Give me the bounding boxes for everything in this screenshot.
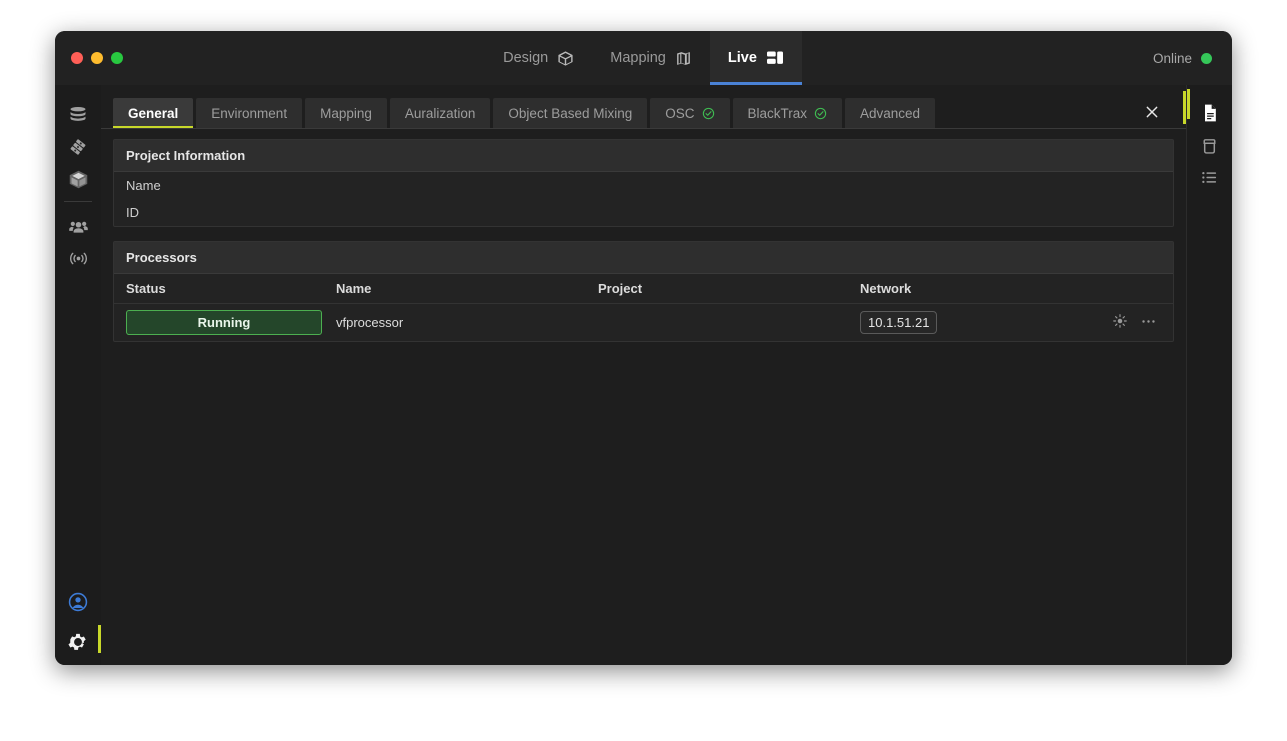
left-sidebar-bottom — [55, 586, 101, 665]
cell-project — [586, 304, 848, 342]
sidebar-divider — [64, 201, 92, 202]
online-status: Online — [1153, 31, 1212, 85]
cell-name: vfprocessor — [324, 304, 586, 342]
cell-actions — [1093, 304, 1173, 342]
identify-icon[interactable] — [1112, 313, 1128, 332]
more-options-icon[interactable] — [1140, 313, 1157, 333]
project-name-label: Name — [126, 178, 326, 193]
cell-network: 10.1.51.21 — [848, 304, 1093, 342]
traffic-lights — [55, 52, 123, 64]
speaker-array-icon[interactable] — [59, 131, 97, 163]
network-address-chip[interactable]: 10.1.51.21 — [860, 311, 937, 334]
project-id-row: ID — [114, 199, 1173, 226]
project-information-panel: Project Information Name ID — [113, 139, 1174, 227]
top-navigation: Design Mapping Live — [55, 31, 1232, 85]
gear-icon[interactable] — [59, 626, 97, 658]
check-circle-icon — [702, 107, 715, 120]
close-settings-button[interactable] — [1140, 100, 1164, 124]
table-row[interactable]: Running vfprocessor 10.1.51.21 — [114, 304, 1173, 342]
tab-label-osc: OSC — [665, 106, 694, 121]
online-status-label: Online — [1153, 51, 1192, 66]
document-icon[interactable] — [1191, 97, 1229, 129]
server-icon[interactable] — [59, 99, 97, 131]
tab-advanced[interactable]: Advanced — [845, 98, 935, 128]
map-icon — [675, 50, 692, 67]
settings-panels: Project Information Name ID Pr — [101, 129, 1186, 665]
tab-auralization[interactable]: Auralization — [390, 98, 491, 128]
topnav-label-live: Live — [728, 50, 757, 66]
topnav-item-design[interactable]: Design — [485, 31, 592, 85]
right-sidebar — [1186, 85, 1232, 665]
topnav-label-design: Design — [503, 50, 548, 66]
title-bar: Design Mapping Live — [55, 31, 1232, 85]
left-sidebar — [55, 85, 101, 665]
account-icon[interactable] — [59, 586, 97, 618]
row-action-buttons — [1105, 313, 1173, 333]
column-header-network: Network — [848, 274, 1093, 304]
tab-label-blacktrax: BlackTrax — [748, 106, 808, 121]
project-id-label: ID — [126, 205, 326, 220]
cube-icon — [557, 50, 574, 67]
close-window-button[interactable] — [71, 52, 83, 64]
app-window: Design Mapping Live — [55, 31, 1232, 665]
tab-general[interactable]: General — [113, 98, 193, 128]
processors-table-head: Status Name Project Network — [114, 274, 1173, 304]
tab-label-advanced: Advanced — [860, 106, 920, 121]
minimize-window-button[interactable] — [91, 52, 103, 64]
tab-label-mapping: Mapping — [320, 106, 372, 121]
tab-label-general: General — [128, 106, 178, 121]
tab-osc[interactable]: OSC — [650, 98, 729, 128]
tab-blacktrax[interactable]: BlackTrax — [733, 98, 843, 128]
processors-table-body: Running vfprocessor 10.1.51.21 — [114, 304, 1173, 342]
tab-mapping[interactable]: Mapping — [305, 98, 387, 128]
tab-label-object-based-mixing: Object Based Mixing — [508, 106, 632, 121]
archive-box-icon[interactable] — [1191, 129, 1229, 161]
tab-label-auralization: Auralization — [405, 106, 476, 121]
table-header-row: Status Name Project Network — [114, 274, 1173, 304]
tab-environment[interactable]: Environment — [196, 98, 302, 128]
status-badge: Running — [126, 310, 322, 335]
tab-object-based-mixing[interactable]: Object Based Mixing — [493, 98, 647, 128]
project-information-body: Name ID — [114, 172, 1173, 226]
processors-table: Status Name Project Network — [114, 274, 1173, 341]
main-content: General Environment Mapping Auralization… — [101, 85, 1186, 665]
column-header-actions — [1093, 274, 1173, 304]
project-information-title: Project Information — [114, 140, 1173, 172]
column-header-project: Project — [586, 274, 848, 304]
project-name-row: Name — [114, 172, 1173, 199]
right-sidebar-accent-bar — [1187, 89, 1190, 119]
processors-body: Status Name Project Network — [114, 274, 1173, 341]
settings-tab-bar: General Environment Mapping Auralization… — [101, 85, 1186, 129]
cell-status: Running — [114, 304, 324, 342]
online-status-dot — [1201, 53, 1212, 64]
cube-icon[interactable] — [59, 163, 97, 195]
topnav-item-mapping[interactable]: Mapping — [592, 31, 710, 85]
maximize-window-button[interactable] — [111, 52, 123, 64]
tab-label-environment: Environment — [211, 106, 287, 121]
processors-panel: Processors Status Name Project Network — [113, 241, 1174, 342]
group-icon[interactable] — [59, 210, 97, 242]
signal-icon[interactable] — [59, 242, 97, 274]
column-header-status: Status — [114, 274, 324, 304]
list-icon[interactable] — [1191, 161, 1229, 193]
column-header-name: Name — [324, 274, 586, 304]
window-body: General Environment Mapping Auralization… — [55, 85, 1232, 665]
processors-title: Processors — [114, 242, 1173, 274]
settings-active-indicator — [98, 625, 101, 653]
topnav-item-live[interactable]: Live — [710, 31, 802, 85]
topnav-label-mapping: Mapping — [610, 50, 666, 66]
layout-icon — [766, 50, 784, 66]
check-circle-icon — [814, 107, 827, 120]
